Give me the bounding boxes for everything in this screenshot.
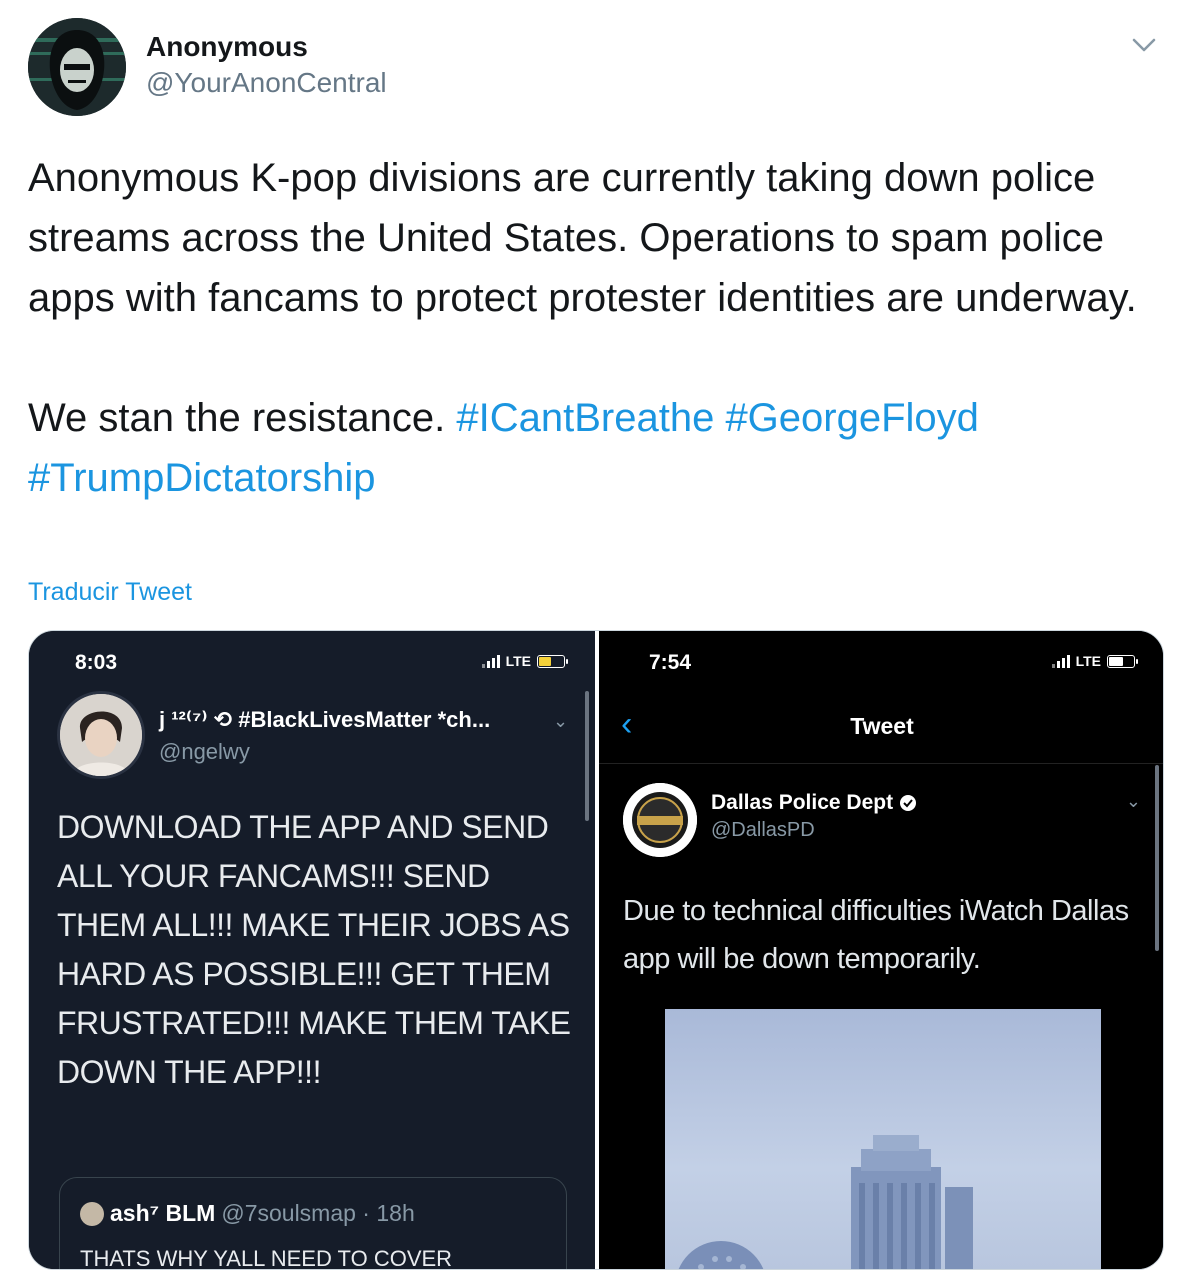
author-avatar[interactable]	[28, 18, 126, 116]
screen-title: Tweet	[850, 713, 914, 739]
media-image-right[interactable]: 7:54 LTE ‹ Tweet Dallas Police Dept @Dal…	[599, 631, 1163, 1269]
chevron-down-icon	[1132, 38, 1156, 52]
chevron-down-icon: ⌄	[1125, 791, 1141, 811]
police-badge-avatar	[623, 783, 697, 857]
author-block: Anonymous @YourAnonCentral	[146, 30, 387, 100]
tweet-paragraph: Anonymous K-pop divisions are currently …	[28, 156, 1137, 320]
tweet-paragraph-2: We stan the resistance. #ICantBreathe #G…	[28, 388, 1158, 508]
status-time: 7:54	[649, 651, 692, 674]
signal-icon	[481, 654, 500, 668]
tweet-text: Anonymous K-pop divisions are currently …	[28, 148, 1158, 508]
separator	[599, 763, 1163, 764]
quote-name: ash⁷ BLM	[110, 1200, 216, 1226]
tweet-media[interactable]: 8:03 LTE j ¹²⁽⁷⁾ ⟲ #BlackLivesMatter *ch…	[28, 630, 1164, 1270]
scrollbar	[1155, 765, 1159, 951]
battery-icon	[1107, 654, 1138, 668]
signal-icon	[1051, 654, 1070, 668]
hashtag-link[interactable]: #TrumpDictatorship	[28, 456, 376, 500]
quote-avatar	[80, 1201, 104, 1226]
tweet-card: Anonymous @YourAnonCentral Anonymous K-p…	[0, 0, 1192, 1284]
screenshot-tweet-body: DOWNLOAD THE APP AND SEND ALL YOUR FANCA…	[57, 809, 571, 1090]
portrait-icon	[60, 694, 142, 776]
status-icons: LTE	[1051, 653, 1138, 669]
battery-icon	[537, 654, 568, 668]
carrier-label: LTE	[1075, 653, 1101, 669]
quote-header: ash⁷ BLM @7soulsmap · 18h	[80, 1200, 415, 1227]
city-skyline-photo	[665, 1009, 1101, 1269]
scrollbar	[585, 691, 589, 821]
chevron-down-icon: ⌄	[553, 711, 569, 731]
tweet-line2-text: We stan the resistance.	[28, 396, 457, 440]
screenshot-tweet-body: Due to technical difficulties iWatch Dal…	[623, 895, 1129, 975]
hooded-figure-icon	[28, 18, 126, 116]
user-avatar	[57, 691, 145, 779]
account-name: Dallas Police Dept	[711, 791, 917, 815]
translate-tweet-link[interactable]: Traducir Tweet	[28, 576, 192, 608]
author-handle[interactable]: @YourAnonCentral	[146, 66, 387, 100]
quote-text: THATS WHY YALL NEED TO COVER	[80, 1246, 453, 1269]
carrier-label: LTE	[505, 653, 531, 669]
account-name-text: Dallas Police Dept	[711, 791, 894, 814]
hashtag-link[interactable]: #GeorgeFloyd	[725, 396, 978, 440]
skyline-icon	[678, 1135, 973, 1269]
status-icons: LTE	[481, 653, 568, 669]
user-display-name: j ¹²⁽⁷⁾ ⟲ #BlackLivesMatter *ch...	[159, 707, 491, 732]
hashtag-link[interactable]: #ICantBreathe	[456, 396, 714, 440]
police-badge-icon	[623, 783, 697, 857]
user-handle: @ngelwy	[159, 739, 250, 764]
quote-handle: @7soulsmap · 18h	[221, 1200, 415, 1226]
quoted-tweet: ash⁷ BLM @7soulsmap · 18h THATS WHY YALL…	[59, 1177, 567, 1269]
tweet-menu-button[interactable]	[1126, 30, 1162, 60]
media-image-left[interactable]: 8:03 LTE j ¹²⁽⁷⁾ ⟲ #BlackLivesMatter *ch…	[29, 631, 595, 1269]
author-name[interactable]: Anonymous	[146, 30, 387, 64]
status-time: 8:03	[75, 651, 118, 674]
verified-badge-icon	[900, 795, 917, 811]
account-handle: @DallasPD	[711, 819, 815, 841]
